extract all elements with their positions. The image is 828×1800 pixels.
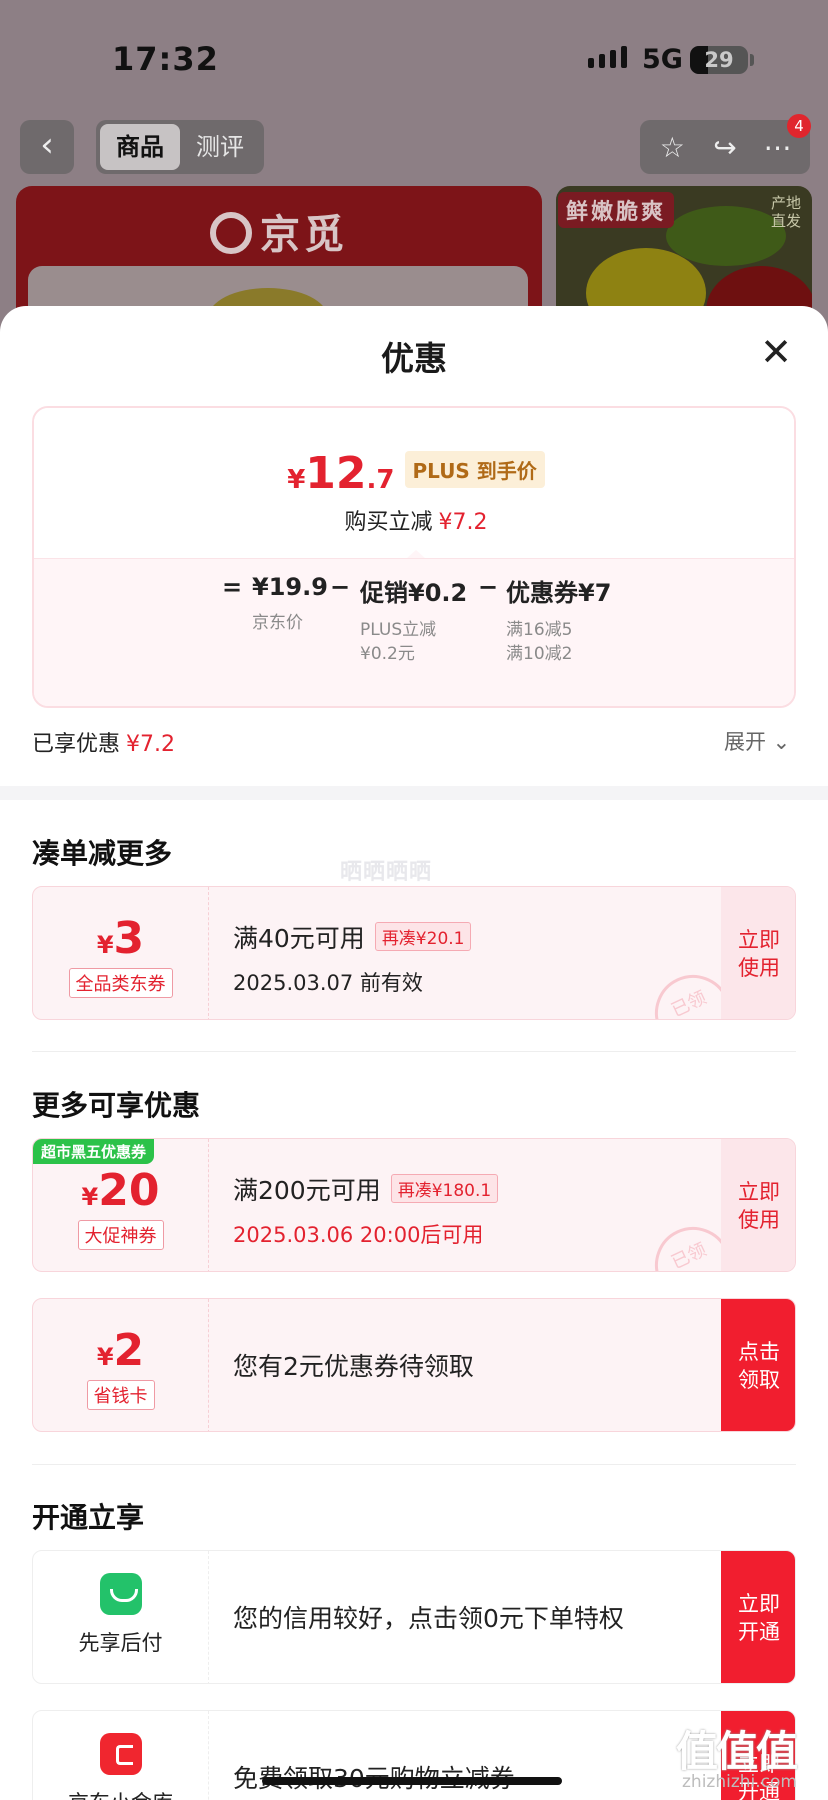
nav-actions: ☆ ↪ ⋯: [640, 120, 810, 174]
share-icon[interactable]: ↪: [705, 131, 745, 164]
price-breakdown: = ¥19.9 京东价 − 促销¥0.2 PLUS立减 ¥0.2元 − 优惠券¥7…: [34, 558, 794, 706]
section-title-open: 开通立享: [32, 1501, 145, 1534]
price-formula: = ¥19.9 京东价 − 促销¥0.2 PLUS立减 ¥0.2元 − 优惠券¥7…: [222, 573, 612, 664]
site-watermark-logo: 值值值: [676, 1727, 798, 1776]
claim-button[interactable]: 点击领取: [721, 1299, 795, 1431]
coupon-gap-tag: 再凑¥20.1: [374, 922, 472, 951]
home-indicator: [262, 1777, 562, 1785]
divider: [32, 1051, 796, 1052]
coupon-gap-tag: 再凑¥180.1: [390, 1174, 499, 1203]
promo-discount: 促销¥0.2 PLUS立减 ¥0.2元: [360, 579, 468, 664]
sheet-title: 优惠: [381, 339, 447, 378]
use-now-button[interactable]: 立即使用: [721, 1139, 795, 1271]
coupon-value: ¥3 全品类东券: [33, 887, 209, 1019]
discount-sheet: 优惠 ✕ ¥12.7 PLUS 到手价 购买立减 ¥7.2 = ¥19.9 京东价 …: [0, 306, 828, 1800]
coupon-card[interactable]: ¥2 省钱卡 您有2元优惠券待领取 点击领取: [32, 1298, 796, 1432]
coupon-info: 满200元可用 再凑¥180.1 2025.03.06 20:00后可用: [233, 1171, 713, 1249]
star-icon[interactable]: ☆: [652, 131, 692, 164]
coupon-card[interactable]: ¥20 大促神券 超市黑五优惠券 满200元可用 再凑¥180.1 2025.03…: [32, 1138, 796, 1272]
tab-review[interactable]: 测评: [180, 124, 260, 170]
coupon-discount: 优惠券¥7 满16减5 满10减2: [506, 579, 612, 664]
section-title-enjoy: 更多可享优惠: [32, 1089, 201, 1122]
expand-button[interactable]: 展开 ⌄: [724, 726, 790, 756]
site-watermark-url: zhizhizhi.com: [682, 1772, 797, 1792]
use-now-button[interactable]: 立即使用: [721, 887, 795, 1019]
section-title-more: 凑单减更多: [32, 837, 173, 870]
coupon-type-label: 大促神券: [77, 1220, 164, 1250]
open-now-button[interactable]: 立即开通: [721, 1551, 795, 1683]
watermark-text: 晒晒晒晒: [340, 860, 433, 885]
enjoyed-discount: 已享优惠 ¥7.2: [32, 732, 175, 757]
tab-bar: 商品 测评: [96, 120, 264, 174]
back-button[interactable]: ‹: [20, 120, 74, 174]
fresh-tag: 鲜嫩脆爽: [558, 192, 675, 228]
coupon-value: ¥2 省钱卡: [33, 1299, 209, 1431]
top-nav: ‹ 商品 测评 ☆ ↪ ⋯ 4: [0, 114, 828, 176]
status-time: 17:32: [112, 40, 219, 78]
message-badge: 4: [787, 114, 811, 138]
jd-price: ¥19.9 京东价: [252, 573, 328, 633]
tab-product[interactable]: 商品: [100, 124, 180, 170]
coupon-info: 您有2元优惠券待领取: [233, 1352, 474, 1381]
price-card: ¥12.7 PLUS 到手价 购买立减 ¥7.2 = ¥19.9 京东价 − 促销¥…: [32, 406, 796, 708]
coupon-type-label: 全品类东券: [68, 968, 173, 998]
bag-icon: [99, 1573, 142, 1615]
reduce-line: 购买立减 ¥7.2: [344, 510, 488, 535]
battery-tip: [750, 54, 754, 66]
coupon-info: 满40元可用 再凑¥20.1 2025.03.07 前有效: [233, 919, 713, 997]
brand-logo: 京觅: [16, 202, 542, 260]
section-divider: [0, 786, 828, 800]
divider: [32, 1464, 796, 1465]
origin-tag: 产地直发: [770, 194, 801, 230]
service-text: 您的信用较好，点击领0元下单特权: [233, 1604, 624, 1633]
coupon-card[interactable]: ¥3 全品类东券 满40元可用 再凑¥20.1 2025.03.07 前有效 已领…: [32, 886, 796, 1020]
promo-corner-tag: 超市黑五优惠券: [33, 1139, 155, 1164]
battery-icon: 29: [690, 46, 748, 74]
coupon-type-label: 省钱卡: [86, 1380, 155, 1410]
plus-price-tag: PLUS 到手价: [404, 451, 545, 488]
signal-icon: [588, 46, 627, 68]
service-brand: 京东小金库: [33, 1711, 209, 1800]
price-summary: ¥12.7 PLUS 到手价 购买立减 ¥7.2: [34, 408, 794, 558]
brand-icon: [210, 212, 252, 254]
status-bar: 17:32 5G 29: [0, 0, 828, 110]
wallet-icon: [99, 1733, 142, 1775]
final-price: ¥12.7 PLUS 到手价: [34, 448, 794, 499]
close-icon[interactable]: ✕: [756, 332, 796, 372]
service-card[interactable]: 先享后付 您的信用较好，点击领0元下单特权 立即开通: [32, 1550, 796, 1684]
service-brand: 先享后付: [33, 1551, 209, 1683]
network-label: 5G: [642, 44, 683, 75]
product-page-background: 17:32 5G 29 ‹ 商品 测评 ☆ ↪ ⋯ 4 京觅 鲜嫩脆爽 产地直发: [0, 0, 828, 340]
